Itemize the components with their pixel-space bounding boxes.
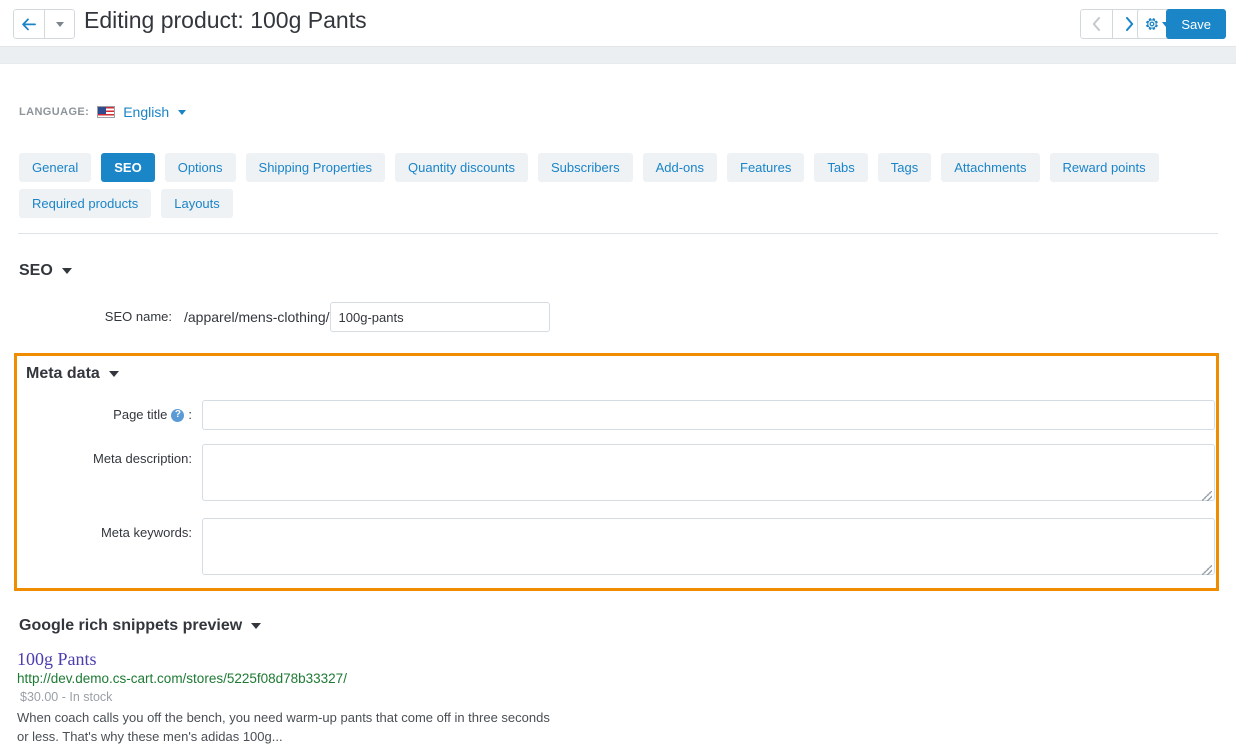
caret-down-icon[interactable] [178, 109, 187, 115]
tab-general[interactable]: General [19, 153, 92, 182]
meta-data-section-title: Meta data [26, 365, 100, 382]
chevron-right-icon [1125, 17, 1133, 31]
meta-keywords-row: Meta keywords: [17, 518, 1216, 578]
tab-attachments[interactable]: Attachments [941, 153, 1040, 182]
header-subbar [0, 47, 1236, 64]
tab-features[interactable]: Features [727, 153, 805, 182]
meta-data-section-header[interactable]: Meta data [26, 365, 119, 383]
tab-subscribers[interactable]: Subscribers [537, 153, 633, 182]
save-button[interactable]: Save [1166, 9, 1226, 39]
back-dropdown-button[interactable] [45, 9, 75, 39]
caret-down-icon[interactable] [108, 371, 119, 377]
snippet-result-title[interactable]: 100g Pants [17, 648, 777, 670]
meta-description-label: Meta description: [93, 451, 192, 466]
chevron-left-icon [1092, 17, 1100, 31]
google-snippet-section-header[interactable]: Google rich snippets preview [19, 617, 262, 635]
tab-quantity-discounts[interactable]: Quantity discounts [395, 153, 528, 182]
snippet-result-url: http://dev.demo.cs-cart.com/stores/5225f… [17, 671, 347, 686]
language-label: LANGUAGE: [19, 106, 90, 118]
tab-tabs[interactable]: Tabs [814, 153, 868, 182]
meta-description-wrapper [202, 444, 1215, 504]
tab-reward-points[interactable]: Reward points [1049, 153, 1159, 182]
tab-layouts[interactable]: Layouts [161, 189, 233, 218]
snippet-result-description-line-2: or less. That's why these men's adidas 1… [17, 729, 283, 744]
previous-product-button[interactable] [1080, 9, 1113, 39]
seo-section-title: SEO [19, 262, 53, 279]
gear-icon [1145, 18, 1158, 30]
question-mark-icon[interactable]: ? [171, 408, 185, 422]
meta-keywords-wrapper [202, 518, 1215, 578]
google-snippet-section-title: Google rich snippets preview [19, 617, 243, 634]
caret-down-icon[interactable] [61, 268, 72, 274]
page-title-input[interactable] [202, 400, 1215, 430]
seo-name-row: SEO name: /apparel/mens-clothing/ [19, 302, 550, 332]
seo-name-prefix: /apparel/mens-clothing/ [184, 309, 330, 325]
page-title-label-suffix: : [188, 407, 192, 422]
seo-name-label: SEO name: [104, 309, 172, 324]
us-flag-icon [97, 106, 116, 118]
page-title-label-group: Page title ? : [17, 400, 202, 430]
caret-down-icon[interactable] [251, 623, 262, 629]
product-tabs: General SEO Options Shipping Properties … [19, 153, 1219, 218]
tab-add-ons[interactable]: Add-ons [642, 153, 718, 182]
meta-data-fields: Page title ? : Meta description: Meta ke… [17, 400, 1216, 592]
meta-description-row: Meta description: [17, 444, 1216, 504]
meta-keywords-textarea[interactable] [202, 518, 1215, 575]
page-title-label: Page title [113, 407, 168, 422]
tab-seo[interactable]: SEO [101, 153, 155, 182]
back-button-group [13, 9, 75, 39]
tab-required-products[interactable]: Required products [19, 189, 152, 218]
tab-tags[interactable]: Tags [877, 153, 932, 182]
meta-data-section: Meta data Page title ? : Meta descriptio… [14, 353, 1219, 591]
caret-down-icon [55, 21, 64, 27]
arrow-left-icon [22, 17, 36, 30]
section-divider [18, 233, 1218, 234]
seo-section-header[interactable]: SEO [19, 262, 72, 280]
seo-name-input[interactable] [329, 302, 550, 332]
meta-description-textarea[interactable] [202, 444, 1215, 501]
page-title: Editing product: 100g Pants [84, 7, 367, 33]
snippet-result-price: $30.00 - In stock [20, 690, 113, 704]
page-header: Editing product: 100g Pants Save [0, 0, 1236, 47]
tab-shipping-properties[interactable]: Shipping Properties [245, 153, 385, 182]
snippet-result-description-line-1: When coach calls you off the bench, you … [17, 710, 550, 725]
back-button[interactable] [13, 9, 45, 39]
language-value[interactable]: English [123, 104, 169, 120]
page-title-row: Page title ? : [17, 400, 1216, 430]
language-selector: LANGUAGE: English [19, 104, 187, 120]
tab-options[interactable]: Options [164, 153, 236, 182]
meta-keywords-label: Meta keywords: [100, 525, 192, 540]
google-snippet-preview: 100g Pants http://dev.demo.cs-cart.com/s… [17, 648, 777, 746]
